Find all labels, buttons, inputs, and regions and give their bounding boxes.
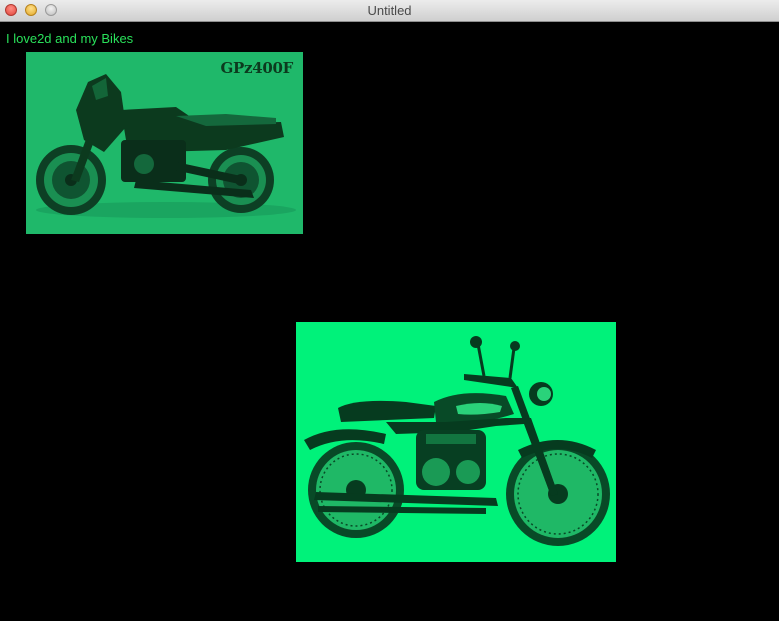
caption-text: I love2d and my Bikes [6, 31, 134, 46]
classic-bike-illustration [296, 322, 616, 562]
title-bar[interactable]: Untitled [0, 0, 779, 22]
classic-bike-photo [296, 322, 616, 562]
gpz400f-illustration [26, 52, 303, 234]
gpz400f-label: GPz400F [220, 59, 294, 77]
window-title: Untitled [367, 3, 412, 18]
gpz400f-photo: GPz400F [26, 52, 303, 234]
app-window: Untitled I love2d and my Bikes GPz400F [0, 0, 779, 621]
